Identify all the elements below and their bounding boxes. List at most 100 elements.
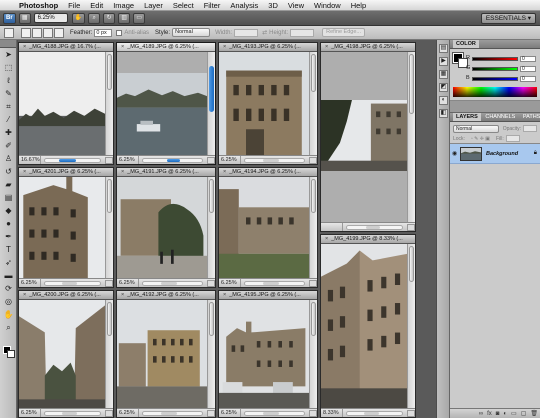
clone-stamp-tool-icon[interactable]: ♙ xyxy=(2,153,15,165)
horizontal-scrollbar[interactable] xyxy=(346,224,403,230)
scroll-right-icon[interactable] xyxy=(407,223,415,231)
document-canvas[interactable] xyxy=(19,177,105,278)
scroll-right-icon[interactable] xyxy=(309,156,317,164)
scroll-thumb[interactable] xyxy=(209,179,214,213)
close-icon[interactable]: × xyxy=(325,43,328,51)
close-icon[interactable]: × xyxy=(23,168,26,176)
gradient-tool-icon[interactable]: ▤ xyxy=(2,192,15,204)
height-input[interactable] xyxy=(290,28,315,37)
blur-tool-icon[interactable]: ◆ xyxy=(2,205,15,217)
document-canvas[interactable] xyxy=(117,177,207,278)
document-tab[interactable]: × _MG_4189.JPG @ 6.25% (... xyxy=(117,43,215,52)
width-input[interactable] xyxy=(234,28,259,37)
adjustments-panel-icon[interactable]: ◐ xyxy=(439,96,448,105)
zoom-readout[interactable]: 6.25% xyxy=(19,278,41,287)
document-window[interactable]: × _MG_4193.JPG @ 6.25% (... 6.25% xyxy=(218,42,318,165)
vertical-scrollbar[interactable] xyxy=(309,52,317,155)
scroll-thumb[interactable] xyxy=(209,302,214,336)
scroll-right-icon[interactable] xyxy=(309,409,317,417)
quick-selection-tool-icon[interactable]: ✎ xyxy=(2,88,15,100)
red-slider[interactable] xyxy=(472,57,518,61)
close-icon[interactable]: × xyxy=(223,291,226,299)
scroll-thumb[interactable] xyxy=(107,179,112,213)
antialias-checkbox[interactable] xyxy=(116,29,123,36)
horizontal-scrollbar[interactable] xyxy=(244,410,305,416)
vertical-scrollbar[interactable] xyxy=(407,52,415,222)
new-group-icon[interactable]: ▭ xyxy=(511,410,517,417)
document-window[interactable]: × _MG_4198.JPG @ 6.25% (... xyxy=(320,42,416,232)
scroll-right-icon[interactable] xyxy=(207,156,215,164)
scroll-right-icon[interactable] xyxy=(207,279,215,287)
horizontal-scrollbar[interactable] xyxy=(244,280,305,286)
history-panel-icon[interactable]: ▤ xyxy=(439,44,448,53)
document-tab[interactable]: × _MG_4199.JPG @ 8.33% (... xyxy=(321,235,415,244)
document-canvas[interactable] xyxy=(219,177,309,278)
type-tool-icon[interactable]: T xyxy=(2,244,15,256)
menu-photoshop[interactable]: Photoshop xyxy=(14,1,63,10)
document-window[interactable]: × _MG_4194.JPG @ 6.25% (... 6.25% xyxy=(218,167,318,288)
green-value[interactable]: 0 xyxy=(520,66,536,72)
document-canvas[interactable] xyxy=(321,244,407,408)
scroll-thumb[interactable] xyxy=(311,54,316,92)
document-window[interactable]: × _MG_4189.JPG @ 6.25% (... 6.25% xyxy=(116,42,216,165)
scroll-right-icon[interactable] xyxy=(105,279,113,287)
scroll-thumb[interactable] xyxy=(311,302,316,336)
vertical-scrollbar[interactable] xyxy=(407,244,415,408)
vertical-scrollbar[interactable] xyxy=(105,52,113,155)
link-layers-icon[interactable]: ∞ xyxy=(479,411,483,417)
horizontal-scrollbar[interactable] xyxy=(142,410,203,416)
menu-view[interactable]: View xyxy=(283,1,309,10)
zoom-readout[interactable]: 8.33% xyxy=(321,408,343,417)
eyedropper-tool-icon[interactable]: ⁄ xyxy=(2,114,15,126)
menu-3d[interactable]: 3D xyxy=(263,1,283,10)
subtract-selection-icon[interactable] xyxy=(43,27,53,38)
masks-panel-icon[interactable]: ◧ xyxy=(439,109,448,118)
adjustment-layer-icon[interactable]: ◐ xyxy=(503,411,507,417)
history-brush-tool-icon[interactable]: ↺ xyxy=(2,166,15,178)
tab-paths[interactable]: PATHS xyxy=(520,113,540,121)
close-icon[interactable]: × xyxy=(325,235,328,243)
document-canvas[interactable] xyxy=(117,300,207,408)
zoom-readout[interactable]: 6.25% xyxy=(117,155,139,164)
healing-brush-tool-icon[interactable]: ✚ xyxy=(2,127,15,139)
document-window[interactable]: × _MG_4199.JPG @ 8.33% (... 8.33% xyxy=(320,234,416,418)
arrange-documents-icon[interactable]: ▥ xyxy=(118,12,131,24)
vertical-scrollbar[interactable] xyxy=(207,177,215,278)
rotate-view-icon[interactable]: ↻ xyxy=(103,12,116,24)
fill-input[interactable] xyxy=(505,135,520,142)
screen-mode-icon[interactable]: ▭ xyxy=(133,12,146,24)
menu-select[interactable]: Select xyxy=(168,1,199,10)
document-tab[interactable]: × _MG_4193.JPG @ 6.25% (... xyxy=(219,43,317,52)
vertical-scrollbar[interactable] xyxy=(207,52,215,155)
color-panel-header[interactable]: COLOR xyxy=(450,40,540,49)
toolbox-grip[interactable] xyxy=(0,40,16,48)
crop-tool-icon[interactable]: ⌗ xyxy=(2,101,15,113)
vertical-scrollbar[interactable] xyxy=(105,177,113,278)
close-icon[interactable]: × xyxy=(121,43,124,51)
document-canvas[interactable] xyxy=(19,300,105,408)
horizontal-scrollbar[interactable] xyxy=(44,157,101,163)
feather-input[interactable]: 0 px xyxy=(94,28,113,37)
scroll-right-icon[interactable] xyxy=(105,409,113,417)
close-icon[interactable]: × xyxy=(223,43,226,51)
lock-icons[interactable]: ▫ ✎ ✛ ▣ xyxy=(471,136,490,142)
horizontal-scrollbar[interactable] xyxy=(142,157,203,163)
horizontal-scrollbar[interactable] xyxy=(142,280,203,286)
vertical-scrollbar[interactable] xyxy=(309,300,317,408)
hand-tool-icon[interactable]: ✋ xyxy=(71,12,86,24)
document-window[interactable]: × _MG_4191.JPG @ 6.25% (... 6.25% xyxy=(116,167,216,288)
menu-window[interactable]: Window xyxy=(309,1,346,10)
tab-layers[interactable]: LAYERS xyxy=(453,113,481,121)
horizontal-scrollbar[interactable] xyxy=(44,280,101,286)
document-tab[interactable]: × _MG_4191.JPG @ 6.25% (... xyxy=(117,168,215,177)
blue-value[interactable]: 0 xyxy=(520,76,536,82)
background-color-swatch[interactable] xyxy=(7,350,15,358)
minibridge-button[interactable]: ▦ xyxy=(18,12,31,24)
tab-color[interactable]: COLOR xyxy=(453,40,479,48)
move-tool-icon[interactable]: ➤ xyxy=(2,49,15,61)
zoom-readout[interactable] xyxy=(321,222,343,231)
new-layer-icon[interactable]: ▢ xyxy=(521,410,527,417)
scroll-thumb[interactable] xyxy=(107,302,112,336)
scroll-right-icon[interactable] xyxy=(407,409,415,417)
scroll-thumb[interactable] xyxy=(311,179,316,213)
